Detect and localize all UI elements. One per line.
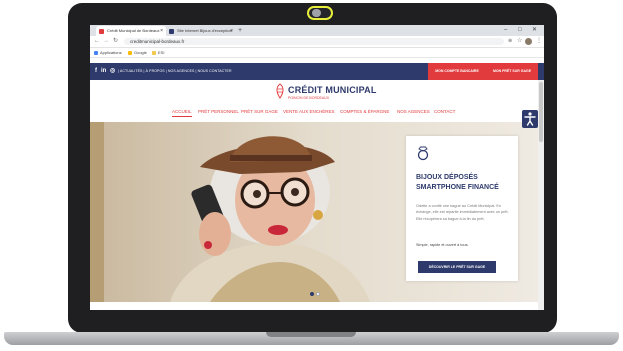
accessibility-button[interactable] <box>522 110 538 128</box>
credit-municipal-logo-icon[interactable] <box>274 83 286 99</box>
tab-close-icon[interactable]: × <box>230 26 233 36</box>
reload-button[interactable]: ↻ <box>113 36 118 47</box>
card-body: Odette a confié une bague au Crédit Muni… <box>416 204 509 221</box>
browser-tab[interactable]: Site Internet Bijoux d'exception × <box>166 26 236 36</box>
menu-item-pret-personnel[interactable]: PRÊT PERSONNEL <box>198 108 239 116</box>
bookmark-applications[interactable]: Applications <box>94 48 122 57</box>
menu-item-ventes[interactable]: VENTE AUX ENCHÈRES <box>283 108 335 116</box>
facebook-icon[interactable]: f <box>95 63 97 80</box>
menu-item-contact[interactable]: CONTACT <box>434 108 455 116</box>
tab-title: Crédit Municipal de Bordeaux <box>107 28 160 33</box>
card-highlight: Simple, rapide et ouvert à tous. <box>416 243 469 247</box>
top-links[interactable]: | ACTUALITÉS | À PROPOS | NOS AGENCES | … <box>118 63 232 80</box>
address-bar[interactable]: creditmunicipal-bordeaux.fr <box>124 38 504 45</box>
bookmark-star-icon[interactable]: ☆ <box>517 36 522 47</box>
carousel-dot[interactable] <box>316 292 320 296</box>
linkedin-icon[interactable]: in <box>101 63 106 80</box>
close-window-button[interactable]: ✕ <box>532 25 537 36</box>
carousel-dot-active[interactable] <box>310 292 314 296</box>
maximize-button[interactable]: □ <box>518 25 522 36</box>
site-favicon-icon <box>169 29 174 34</box>
back-button[interactable]: ← <box>94 36 100 47</box>
bookmark-label: Google <box>134 50 147 55</box>
browser-tab-active[interactable]: Crédit Municipal de Bordeaux × <box>96 26 166 36</box>
accessibility-icon <box>524 112 536 126</box>
card-title-line1: BIJOUX DÉPOSÉS <box>416 174 478 181</box>
profile-avatar[interactable] <box>525 38 532 45</box>
content-below-hero <box>90 302 538 310</box>
menu-item-accueil[interactable]: ACCUEIL <box>172 108 192 117</box>
logo-title[interactable]: CRÉDIT MUNICIPAL <box>288 85 377 95</box>
apps-icon <box>94 50 98 55</box>
account-button[interactable]: MON COMPTE BANCAIRE <box>428 63 486 80</box>
bookmark-google[interactable]: Google <box>128 48 147 57</box>
webcam-lens-icon <box>312 9 321 17</box>
card-title-line2: SMARTPHONE FINANCÉ <box>416 184 499 191</box>
tab-title: Site Internet Bijoux d'exception <box>177 28 232 33</box>
laptop-screen: Crédit Municipal de Bordeaux × Site Inte… <box>90 25 544 310</box>
logo-subtitle: POINCIN DE BORDEAUX <box>288 96 330 100</box>
folder-icon <box>152 50 156 55</box>
instagram-icon[interactable]: ◎ <box>110 63 115 80</box>
ring-icon <box>417 146 429 161</box>
new-tab-button[interactable]: + <box>238 25 242 36</box>
minimize-button[interactable]: – <box>504 25 507 36</box>
menu-item-pret-sur-gage[interactable]: PRÊT SUR GAGE <box>241 108 278 116</box>
laptop-hinge-notch <box>266 332 356 337</box>
folder-icon <box>128 50 132 55</box>
scrollbar-thumb[interactable] <box>539 82 543 142</box>
browser-menu-icon[interactable]: ⋮ <box>536 36 542 47</box>
forward-button[interactable]: → <box>103 36 109 47</box>
lens-icon[interactable]: ⊕ <box>508 36 512 47</box>
loan-button[interactable]: MON PRÊT SUR GAGE <box>486 63 538 80</box>
menu-item-agences[interactable]: NOS AGENCES <box>397 108 430 116</box>
bookmark-esi[interactable]: ESI <box>152 48 164 57</box>
credit-municipal-favicon-icon <box>99 29 104 34</box>
bookmark-label: ESI <box>158 50 165 55</box>
discover-loan-button[interactable]: DÉCOUVRIR LE PRÊT SUR GAGE <box>418 261 496 273</box>
menu-item-comptes[interactable]: COMPTES & ÉPARGNE <box>340 108 389 116</box>
tab-close-icon[interactable]: × <box>160 26 163 36</box>
bookmark-label: Applications <box>100 50 122 55</box>
